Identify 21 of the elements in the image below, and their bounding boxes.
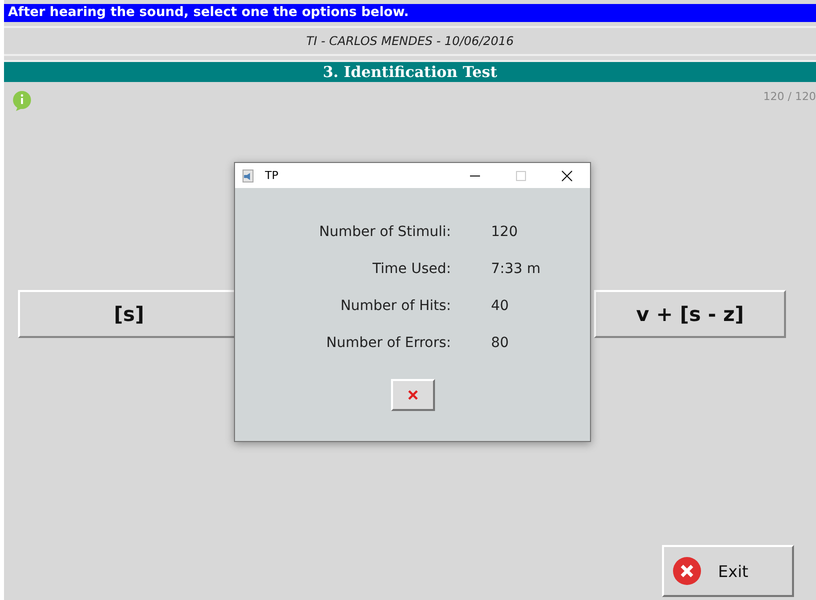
close-icon bbox=[672, 556, 702, 586]
option-button[interactable]: v + [s - z] bbox=[594, 290, 786, 338]
stat-label: Number of Errors: bbox=[325, 335, 451, 351]
close-icon bbox=[561, 170, 573, 182]
info-icon[interactable] bbox=[12, 90, 34, 112]
close-icon bbox=[406, 389, 418, 401]
stat-value: 7:33 m bbox=[490, 261, 542, 277]
stat-value: 120 bbox=[490, 224, 519, 240]
stat-label: Number of Hits: bbox=[339, 298, 451, 314]
instruction-bar: After hearing the sound, select one the options below. bbox=[4, 4, 816, 22]
dialog-title: TP bbox=[265, 169, 280, 182]
test-title-bar: 3. Identification Test bbox=[4, 60, 816, 82]
stat-label: Time Used: bbox=[372, 261, 451, 277]
progress-counter: 120 / 120 bbox=[763, 90, 816, 103]
stat-label: Number of Stimuli: bbox=[318, 224, 451, 240]
stat-value: 40 bbox=[490, 298, 510, 314]
exit-button[interactable]: Exit bbox=[662, 545, 794, 597]
maximize-icon bbox=[515, 170, 527, 182]
stat-value: 80 bbox=[490, 335, 510, 351]
app-icon bbox=[241, 168, 255, 182]
session-header: TI - CARLOS MENDES - 10/06/2016 bbox=[4, 26, 816, 56]
